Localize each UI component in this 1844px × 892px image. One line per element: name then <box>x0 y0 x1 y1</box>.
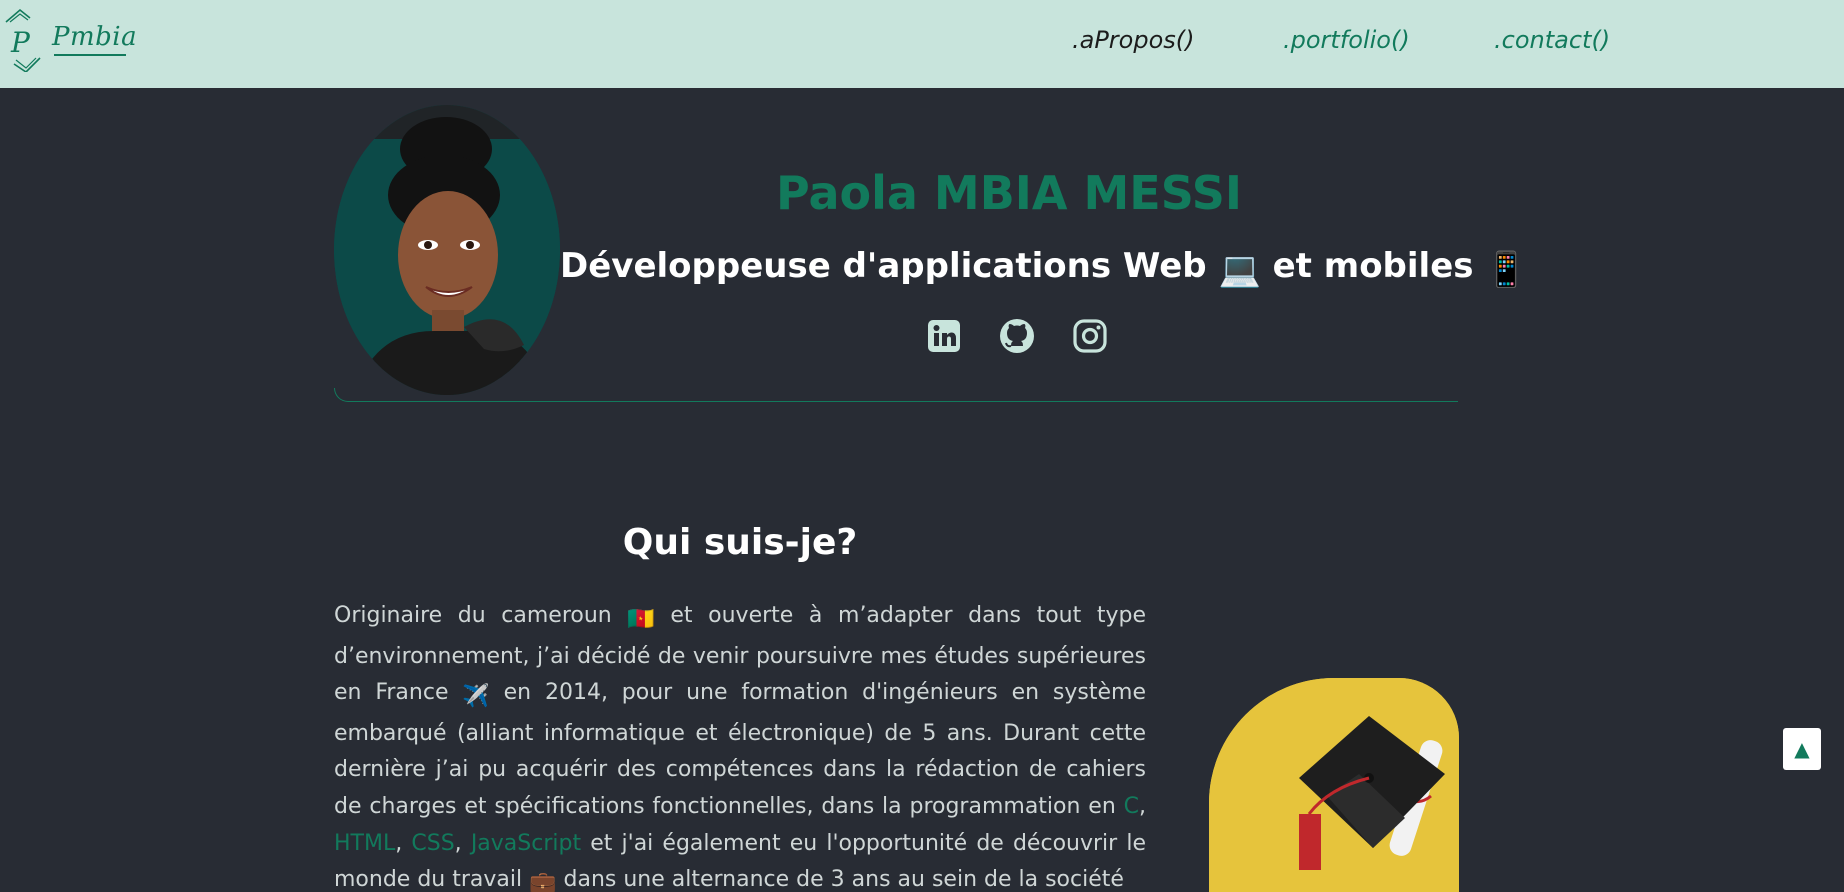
social-links <box>922 318 1107 358</box>
nav-link-contact[interactable]: .contact() <box>1494 26 1610 54</box>
logo-underline <box>54 54 126 56</box>
separator: , <box>1139 793 1146 819</box>
graduation-image <box>1209 678 1459 892</box>
logo[interactable]: P Pmbia <box>4 6 138 74</box>
navbar: P Pmbia .aPropos() .portfolio() .contact… <box>0 0 1844 88</box>
about-text-1: Originaire du cameroun <box>334 603 628 628</box>
briefcase-icon: 💼 <box>529 871 557 892</box>
separator: , <box>395 830 412 856</box>
linkedin-icon[interactable] <box>926 318 962 354</box>
hero-title: Développeuse d'applications Web 💻 et mob… <box>560 246 1528 290</box>
airplane-icon: ✈️ <box>462 684 490 710</box>
hero-name: Paola MBIA MESSI <box>775 166 1243 220</box>
logo-mark-icon: P <box>5 8 41 74</box>
cameroon-flag-icon: 🇨🇲 <box>627 607 655 632</box>
profile-avatar <box>334 105 560 395</box>
github-icon[interactable] <box>999 318 1035 354</box>
scroll-to-top-button[interactable]: ▲ <box>1783 728 1821 770</box>
hero-title-text-1: Développeuse d'applications Web <box>560 246 1219 286</box>
nav-link-apropos[interactable]: .aPropos() <box>1072 26 1195 54</box>
hero-title-text-2: et mobiles <box>1260 246 1486 286</box>
about-paragraph: Originaire du cameroun 🇨🇲 et ouverte à m… <box>334 598 1146 892</box>
instagram-icon[interactable] <box>1072 318 1108 354</box>
mobile-phone-icon: 📱 <box>1485 250 1528 290</box>
logo-text: Pmbia <box>52 22 138 52</box>
about-heading: Qui suis-je? <box>622 522 858 563</box>
skill-css: CSS <box>411 830 455 856</box>
separator: , <box>454 830 471 856</box>
nav-link-portfolio[interactable]: .portfolio() <box>1283 26 1410 54</box>
skill-javascript: JavaScript <box>470 830 582 856</box>
skill-html: HTML <box>334 830 396 856</box>
svg-text:P: P <box>10 26 31 59</box>
laptop-icon: 💻 <box>1218 250 1261 290</box>
skill-c: C <box>1123 793 1139 819</box>
hero-divider <box>334 388 1458 402</box>
about-text-5: dans une alternance de 3 ans au sein de … <box>556 867 1124 892</box>
